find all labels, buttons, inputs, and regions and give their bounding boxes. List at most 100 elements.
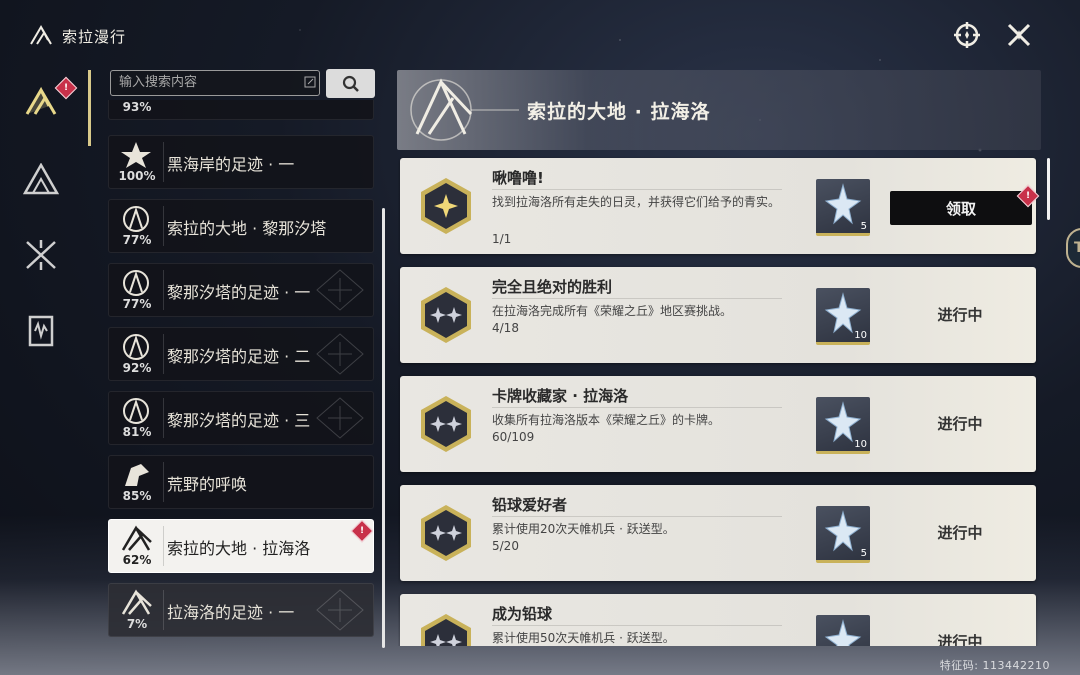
chapter-emblem-icon [121, 589, 152, 615]
divider [492, 298, 782, 299]
chapter-emblem-icon [123, 398, 149, 424]
divider [163, 270, 164, 310]
divider [492, 516, 782, 517]
chapter-item[interactable]: 85% 荒野的呼唤 [108, 455, 374, 509]
claim-button[interactable]: 领取 [890, 191, 1032, 225]
search-input[interactable] [110, 70, 320, 96]
star-hex-icon [421, 178, 471, 234]
chapter-percent: 92% [122, 361, 152, 375]
divider [492, 189, 782, 190]
divider [163, 398, 164, 438]
chapter-title: 索拉的大地 · 拉海洛 [527, 101, 711, 123]
achievement-list: 啾噜噜! 找到拉海洛所有走失的日灵，并获得它们给予的青实。 1/1 5 领取 !… [398, 156, 1042, 646]
nav-active-indicator [88, 70, 91, 146]
divider [492, 625, 782, 626]
achievement-title: 卡牌收藏家 · 拉海洛 [492, 387, 629, 405]
edit-icon [304, 76, 316, 88]
divider [163, 590, 164, 630]
top-icons [952, 20, 1034, 50]
chapter-emblem-icon [123, 334, 149, 360]
search-button[interactable] [326, 69, 375, 98]
achievement-title: 成为铅球 [492, 605, 553, 623]
target-icon [954, 22, 980, 48]
reward-item[interactable]: 10 [816, 288, 870, 345]
chapter-item[interactable]: 81% 黎那汐塔的足迹 · 三 [108, 391, 374, 445]
divider [163, 526, 164, 566]
chapter-percent: 81% [122, 425, 152, 439]
chapter-emblem-icon [123, 270, 149, 296]
reward-item[interactable] [816, 615, 870, 646]
decorative-pattern [316, 589, 364, 631]
player-uid: 特征码: 113442210 [939, 659, 1050, 672]
chapter-item[interactable]: 100% 黑海岸的足迹 · 一 [108, 135, 374, 189]
reward-quantity: 5 [860, 221, 867, 232]
chapter-name: 黎那汐塔的足迹 · 三 [167, 411, 311, 430]
achievement-card: 完全且绝对的胜利 在拉海洛完成所有《荣耀之丘》地区赛挑战。 4/18 10 进行… [400, 267, 1036, 363]
chapter-item[interactable]: 93% [108, 100, 374, 120]
alert-badge: ! [350, 520, 373, 543]
search-icon [342, 75, 359, 92]
star-crystal-icon [824, 619, 862, 646]
divider [163, 206, 164, 246]
crossed-swords-icon [26, 240, 56, 270]
chapter-emblem-icon [125, 464, 149, 486]
nav-item-combat[interactable] [18, 232, 64, 278]
achievement-desc: 收集所有拉海洛版本《荣耀之丘》的卡牌。 [492, 413, 721, 427]
close-button[interactable] [1004, 20, 1034, 50]
decorative-pattern [316, 333, 364, 375]
achievement-card: 铅球爱好者 累计使用20次天帷机兵 · 跃送型。 5/20 5 进行中 [400, 485, 1036, 581]
chapter-item[interactable]: 7% 拉海洛的足迹 · 一 [108, 583, 374, 637]
nav-item-mountain[interactable] [18, 156, 64, 202]
achievement-desc: 累计使用20次天帷机兵 · 跃送型。 [492, 522, 675, 536]
divider [163, 334, 164, 374]
app-logo-icon [30, 24, 52, 45]
chapter-item[interactable]: 77% 索拉的大地 · 黎那汐塔 [108, 199, 374, 253]
achievement-card: 卡牌收藏家 · 拉海洛 收集所有拉海洛版本《荣耀之丘》的卡牌。 60/109 1… [400, 376, 1036, 472]
chapter-banner: 索拉的大地 · 拉海洛 [397, 70, 1041, 150]
achievement-progress: 5/20 [492, 539, 519, 553]
achievement-card: 成为铅球 累计使用50次天帷机兵 · 跃送型。 进行中 [400, 594, 1036, 646]
chapter-name: 荒野的呼唤 [167, 475, 248, 494]
divider [163, 142, 164, 182]
achievement-status: 进行中 [937, 524, 983, 542]
chapter-percent: 77% [122, 233, 152, 247]
reward-item[interactable]: 10 [816, 397, 870, 454]
achievement-status: 进行中 [937, 306, 983, 324]
achievement-desc: 在拉海洛完成所有《荣耀之丘》地区赛挑战。 [492, 304, 733, 318]
chapter-list: 93% 100% 黑海岸的足迹 · 一 77% 索拉的大地 · 黎那汐塔 77%… [108, 100, 374, 645]
chapter-percent: 93% [122, 100, 152, 114]
nav-item-exploration[interactable]: ! [18, 76, 78, 126]
close-icon [1007, 23, 1031, 47]
chapter-name: 黎那汐塔的足迹 · 二 [167, 347, 311, 366]
chapter-name: 黎那汐塔的足迹 · 一 [167, 283, 311, 302]
achievement-progress: 4/18 [492, 321, 519, 335]
divider [163, 462, 164, 502]
chapter-name: 索拉的大地 · 拉海洛 [167, 539, 311, 558]
chapter-name: 黑海岸的足迹 · 一 [167, 155, 295, 174]
chapter-percent: 85% [122, 489, 152, 503]
chapter-emblem-icon [121, 142, 151, 168]
achievement-title: 啾噜噜! [492, 169, 544, 187]
chapter-emblem-icon [123, 206, 149, 232]
chapter-item[interactable]: 77% 黎那汐塔的足迹 · 一 [108, 263, 374, 317]
reward-quantity: 10 [854, 330, 867, 341]
chapter-name: 索拉的大地 · 黎那汐塔 [167, 219, 327, 238]
app-title: 索拉漫行 [62, 27, 127, 46]
target-icon-button[interactable] [952, 20, 982, 50]
chapter-list-scrollbar[interactable] [382, 208, 385, 648]
reward-item[interactable]: 5 [816, 506, 870, 563]
achievement-card: 啾噜噜! 找到拉海洛所有走失的日灵，并获得它们给予的青实。 1/1 5 领取 ! [400, 158, 1040, 254]
nav-item-collection[interactable] [18, 308, 64, 354]
reward-item[interactable]: 5 [816, 179, 870, 236]
chapter-name: 拉海洛的足迹 · 一 [167, 603, 295, 622]
twin-star-hex-icon [421, 505, 471, 561]
achievement-list-scrollbar[interactable] [1047, 158, 1050, 220]
side-tab-button[interactable]: T [1066, 228, 1080, 268]
left-nav: ! [18, 76, 78, 384]
decorative-pattern [316, 269, 364, 311]
reward-quantity: 5 [860, 548, 867, 559]
chapter-item-selected[interactable]: 62% 索拉的大地 · 拉海洛 ! [108, 519, 374, 573]
divider [492, 407, 782, 408]
chapter-item[interactable]: 92% 黎那汐塔的足迹 · 二 [108, 327, 374, 381]
twin-star-hex-icon [421, 614, 471, 646]
